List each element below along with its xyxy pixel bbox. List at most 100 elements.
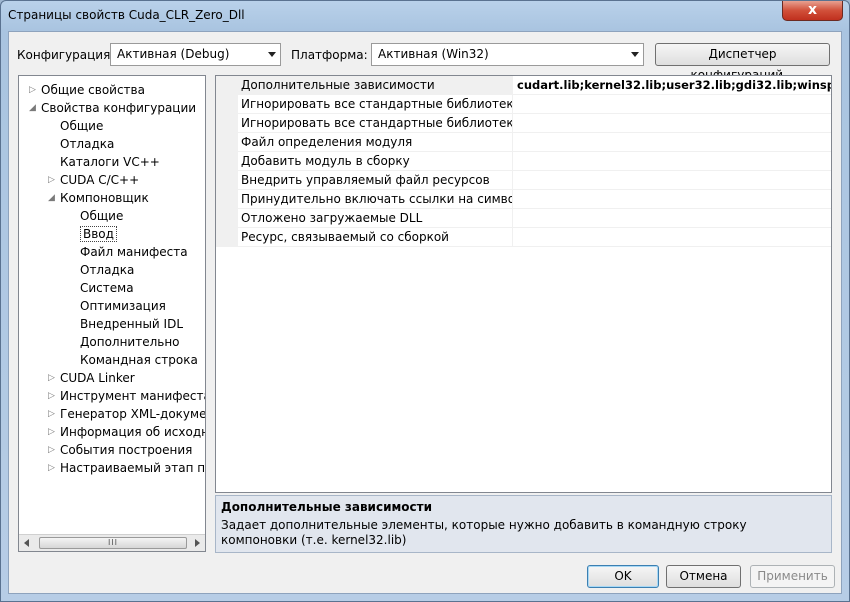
expand-arrow-icon[interactable]: ▷ [48,171,60,189]
property-row[interactable]: Дополнительные зависимости cudart.lib;ker… [238,76,831,95]
tree-item-label: Отладка [60,137,115,151]
description-title: Дополнительные зависимости [221,500,433,514]
tree-item-label: Инструмент манифеста [60,389,206,403]
property-value[interactable] [514,171,831,190]
property-value[interactable] [514,95,831,114]
tree-item[interactable]: ◢ Свойства конфигурации [29,99,196,117]
grip-icon: III [107,538,119,547]
property-row[interactable]: Файл определения модуля [238,133,831,152]
property-name: Добавить модуль в сборку [238,152,513,171]
property-name: Файл определения модуля [238,133,513,152]
expand-arrow-icon[interactable]: ▷ [29,81,41,99]
tree-item[interactable]: ◢ Компоновщик [48,189,149,207]
chevron-down-icon [268,52,276,57]
tree-item-label: Компоновщик [60,191,149,205]
property-name: Дополнительные зависимости [238,76,513,95]
property-value[interactable] [514,228,831,247]
tree-item-label: Настраиваемый этап пос [60,461,206,475]
scroll-right-icon[interactable] [195,539,200,547]
dialog-client-area: Конфигурация: Активная (Debug) Платформа… [8,31,842,594]
tree-item-label: Файл манифеста [80,245,188,259]
expand-arrow-icon[interactable]: ▷ [48,441,60,459]
collapse-arrow-icon[interactable]: ◢ [48,189,60,207]
expand-arrow-icon[interactable]: ▷ [48,369,60,387]
tree-item-label: Оптимизация [80,299,166,313]
tree-item[interactable]: ▷ Генератор XML-докумен [48,405,206,423]
property-row[interactable]: Игнорировать все стандартные библиотеки [238,95,831,114]
platform-combo[interactable]: Активная (Win32) [371,43,644,66]
tree-item[interactable]: ▷ Инструмент манифеста [48,387,206,405]
property-value[interactable] [514,133,831,152]
property-value[interactable] [514,190,831,209]
tree-item-label: Общие [80,209,124,223]
configuration-manager-button[interactable]: Диспетчер конфигураций... [655,43,830,82]
tree-horizontal-scrollbar[interactable]: III [19,534,205,551]
property-row[interactable]: Принудительно включать ссылки на символы [238,190,831,209]
grid-gutter [216,76,238,247]
tree-item[interactable]: Внедренный IDL [68,315,183,333]
property-name: Внедрить управляемый файл ресурсов [238,171,513,190]
property-value[interactable] [514,209,831,228]
property-row[interactable]: Внедрить управляемый файл ресурсов [238,171,831,190]
close-button[interactable]: x [782,1,843,21]
tree-item[interactable]: Дополнительно [68,333,180,351]
tree-item[interactable]: Каталоги VC++ [48,153,160,171]
apply-button[interactable]: Применить [750,565,835,588]
close-icon: x [807,2,818,18]
description-panel: Дополнительные зависимости Задает дополн… [215,495,832,553]
property-row[interactable]: Ресурс, связываемый со сборкой [238,228,831,247]
scroll-thumb[interactable]: III [39,537,187,549]
tree-item-label: Общие свойства [41,83,145,97]
chevron-down-icon [631,52,639,57]
cancel-button[interactable]: Отмена [666,565,741,588]
tree-item-label: Дополнительно [80,335,180,349]
scroll-left-icon[interactable] [24,539,29,547]
configuration-label: Конфигурация: [17,48,115,62]
tree-item-label: Общие [60,119,104,133]
ok-button[interactable]: OK [587,565,659,588]
tree-item-label: События построения [60,443,193,457]
tree-item-label: CUDA Linker [60,371,135,385]
property-row[interactable]: Отложено загружаемые DLL [238,209,831,228]
tree-item[interactable]: Ввод [68,225,117,243]
property-row[interactable]: Добавить модуль в сборку [238,152,831,171]
expand-arrow-icon[interactable]: ▷ [48,459,60,477]
tree-item[interactable]: Командная строка [68,351,198,369]
tree-item[interactable]: ▷ Общие свойства [29,81,145,99]
tree-item-label: CUDA C/C++ [60,173,140,187]
expand-arrow-icon[interactable]: ▷ [48,405,60,423]
tree-item-label: Отладка [80,263,135,277]
tree-item-label: Внедренный IDL [80,317,184,331]
property-value[interactable] [514,152,831,171]
tree-item-label: Генератор XML-докумен [60,407,206,421]
tree-item-label: Ввод [80,226,117,242]
tree-item[interactable]: ▷ Настраиваемый этап пос [48,459,206,477]
tree-item[interactable]: Файл манифеста [68,243,188,261]
property-value[interactable]: cudart.lib;kernel32.lib;user32.lib;gdi32… [514,76,831,95]
configuration-combo-value: Активная (Debug) [117,47,230,61]
expand-arrow-icon[interactable]: ▷ [48,387,60,405]
property-tree[interactable]: ▷ Общие свойства ◢ Свойства конфигурации Общ… [18,75,206,552]
property-value[interactable] [514,114,831,133]
configuration-combo[interactable]: Активная (Debug) [110,43,281,66]
tree-item-label: Командная строка [80,353,198,367]
property-row[interactable]: Игнорировать все стандартные библиотеки [238,114,831,133]
tree-item[interactable]: ▷ Информация об исходно [48,423,205,441]
tree-item[interactable]: Отладка [68,261,134,279]
tree-item[interactable]: ▷ CUDA Linker [48,369,135,387]
tree-item[interactable]: Оптимизация [68,297,166,315]
platform-label: Платформа: [291,48,368,62]
collapse-arrow-icon[interactable]: ◢ [29,99,41,117]
tree-item[interactable]: ▷ События построения [48,441,192,459]
tree-item[interactable]: Общие [48,117,103,135]
tree-item[interactable]: Общие [68,207,123,225]
title-bar[interactable]: Страницы свойств Cuda_CLR_Zero_Dll x [1,1,849,31]
tree-item[interactable]: ▷ CUDA C/C++ [48,171,139,189]
property-name: Ресурс, связываемый со сборкой [238,228,513,247]
property-grid[interactable]: Дополнительные зависимости cudart.lib;ker… [215,75,832,493]
property-pages-window: Страницы свойств Cuda_CLR_Zero_Dll x Кон… [0,0,850,602]
tree-item[interactable]: Отладка [48,135,114,153]
expand-arrow-icon[interactable]: ▷ [48,423,60,441]
tree-item-label: Система [80,281,134,295]
tree-item[interactable]: Система [68,279,134,297]
